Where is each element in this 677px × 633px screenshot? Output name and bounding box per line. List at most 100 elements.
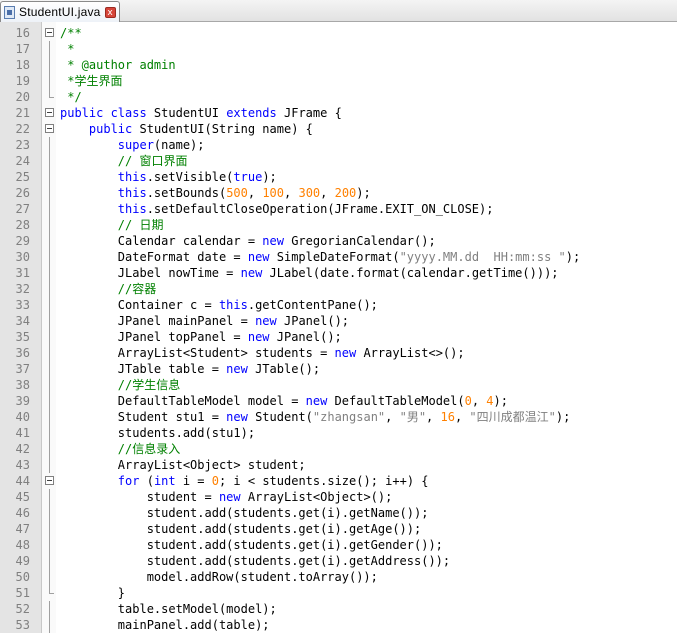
fold-guide: [49, 185, 50, 201]
fold-collapse-icon[interactable]: [45, 476, 54, 485]
code-token: }: [60, 586, 126, 600]
code-line[interactable]: 50 model.addRow(student.toArray());: [0, 569, 677, 585]
code-editor[interactable]: 16/** 17 * 18 * @author admin 19 *学生界面 20 */…: [0, 22, 677, 633]
code-line[interactable]: 21 public class StudentUI extends JFrame …: [0, 105, 677, 121]
code-token: new: [226, 410, 248, 424]
code-line[interactable]: 49 student.add(students.get(i).getAddres…: [0, 553, 677, 569]
code-token: new: [226, 362, 248, 376]
fold-guide: [49, 153, 50, 169]
code-text: public StudentUI(String name) {: [60, 121, 313, 137]
fold-guide: [49, 201, 50, 217]
code-token: .setVisible(: [146, 170, 234, 184]
code-line[interactable]: 52 table.setModel(model);: [0, 601, 677, 617]
code-token: DateFormat date =: [60, 250, 248, 264]
code-token: );: [493, 394, 508, 408]
line-number: 18: [15, 58, 30, 72]
code-text: JLabel nowTime = new JLabel(date.format(…: [60, 265, 559, 281]
close-icon[interactable]: x: [104, 6, 116, 18]
code-line[interactable]: 48 student.add(students.get(i).getGender…: [0, 537, 677, 553]
code-token: JPanel();: [276, 314, 350, 328]
code-token: "男": [399, 410, 427, 424]
code-line[interactable]: 16 /**: [0, 25, 677, 41]
code-token: this: [117, 186, 147, 200]
code-line[interactable]: 32 //容器: [0, 281, 677, 297]
code-token: JPanel mainPanel =: [60, 314, 256, 328]
code-line[interactable]: 31 JLabel nowTime = new JLabel(date.form…: [0, 265, 677, 281]
code-token: super: [117, 138, 154, 152]
line-number: 32: [15, 282, 30, 296]
code-line[interactable]: 24 // 窗口界面: [0, 153, 677, 169]
code-token: DefaultTableModel(: [327, 394, 465, 408]
code-line[interactable]: 19 *学生界面: [0, 73, 677, 89]
tab-studentui-java[interactable]: StudentUI.java x: [0, 1, 120, 22]
code-token: //学生信息: [117, 378, 181, 392]
code-line[interactable]: 46 student.add(students.get(i).getName()…: [0, 505, 677, 521]
code-line[interactable]: 36 ArrayList<Student> students = new Arr…: [0, 345, 677, 361]
code-token: JPanel topPanel =: [60, 330, 248, 344]
code-token: table.setModel(model);: [60, 602, 277, 616]
code-line[interactable]: 53 mainPanel.add(table);: [0, 617, 677, 633]
code-line[interactable]: 39 DefaultTableModel model = new Default…: [0, 393, 677, 409]
code-line[interactable]: 51 }: [0, 585, 677, 601]
code-line[interactable]: 29 Calendar calendar = new GregorianCale…: [0, 233, 677, 249]
code-text: this.setVisible(true);: [60, 169, 277, 185]
code-token: student.add(students.get(i).getGender())…: [60, 538, 443, 552]
code-line[interactable]: 37 JTable table = new JTable();: [0, 361, 677, 377]
fold-guide: [49, 73, 50, 89]
java-file-icon: [4, 5, 15, 19]
code-line[interactable]: 40 Student stu1 = new Student("zhangsan"…: [0, 409, 677, 425]
code-line[interactable]: 30 DateFormat date = new SimpleDateForma…: [0, 249, 677, 265]
code-area[interactable]: 16/** 17 * 18 * @author admin 19 *学生界面 20 */…: [0, 25, 677, 633]
fold-collapse-icon[interactable]: [45, 28, 54, 37]
code-token: .setBounds(: [146, 186, 227, 200]
code-line[interactable]: 20 */: [0, 89, 677, 105]
tab-label: StudentUI.java: [19, 5, 101, 19]
code-token: 16: [440, 410, 455, 424]
line-number: 45: [15, 490, 30, 504]
code-line[interactable]: 38 //学生信息: [0, 377, 677, 393]
code-line[interactable]: 41 students.add(stu1);: [0, 425, 677, 441]
code-line[interactable]: 34 JPanel mainPanel = new JPanel();: [0, 313, 677, 329]
code-text: //容器: [60, 281, 156, 297]
line-number: 49: [15, 554, 30, 568]
code-line[interactable]: 43 ArrayList<Object> student;: [0, 457, 677, 473]
code-line[interactable]: 28 // 日期: [0, 217, 677, 233]
code-line[interactable]: 18 * @author admin: [0, 57, 677, 73]
line-number: 17: [15, 42, 30, 56]
line-number: 22: [15, 122, 30, 136]
fold-guide: [49, 265, 50, 281]
fold-guide: [49, 137, 50, 153]
code-token: SimpleDateFormat(: [269, 250, 400, 264]
fold-guide: [49, 41, 50, 57]
code-line[interactable]: 26 this.setBounds(500, 100, 300, 200);: [0, 185, 677, 201]
code-line[interactable]: 45 student = new ArrayList<Object>();: [0, 489, 677, 505]
line-number: 19: [15, 74, 30, 88]
code-line[interactable]: 42 //信息录入: [0, 441, 677, 457]
code-line[interactable]: 47 student.add(students.get(i).getAge())…: [0, 521, 677, 537]
line-number: 47: [15, 522, 30, 536]
code-line[interactable]: 44 for (int i = 0; i < students.size(); …: [0, 473, 677, 489]
code-line[interactable]: 23 super(name);: [0, 137, 677, 153]
fold-guide: [49, 409, 50, 425]
fold-collapse-icon[interactable]: [45, 108, 54, 117]
line-number: 30: [15, 250, 30, 264]
code-token: new: [334, 346, 357, 360]
code-token: ,: [454, 410, 470, 424]
code-token: ArrayList<>();: [356, 346, 465, 360]
code-line[interactable]: 25 this.setVisible(true);: [0, 169, 677, 185]
line-number: 16: [15, 26, 30, 40]
code-token: ,: [426, 410, 441, 424]
code-line[interactable]: 33 Container c = this.getContentPane();: [0, 297, 677, 313]
code-text: for (int i = 0; i < students.size(); i++…: [60, 473, 429, 489]
code-line[interactable]: 17 *: [0, 41, 677, 57]
fold-end-guide: [49, 585, 54, 594]
fold-collapse-icon[interactable]: [45, 124, 54, 133]
code-line[interactable]: 22 public StudentUI(String name) {: [0, 121, 677, 137]
fold-guide: [49, 233, 50, 249]
code-line[interactable]: 27 this.setDefaultCloseOperation(JFrame.…: [0, 201, 677, 217]
line-number: 31: [15, 266, 30, 280]
code-line[interactable]: 35 JPanel topPanel = new JPanel();: [0, 329, 677, 345]
code-text: JPanel mainPanel = new JPanel();: [60, 313, 349, 329]
line-number: 34: [15, 314, 30, 328]
code-token: this: [218, 298, 248, 312]
